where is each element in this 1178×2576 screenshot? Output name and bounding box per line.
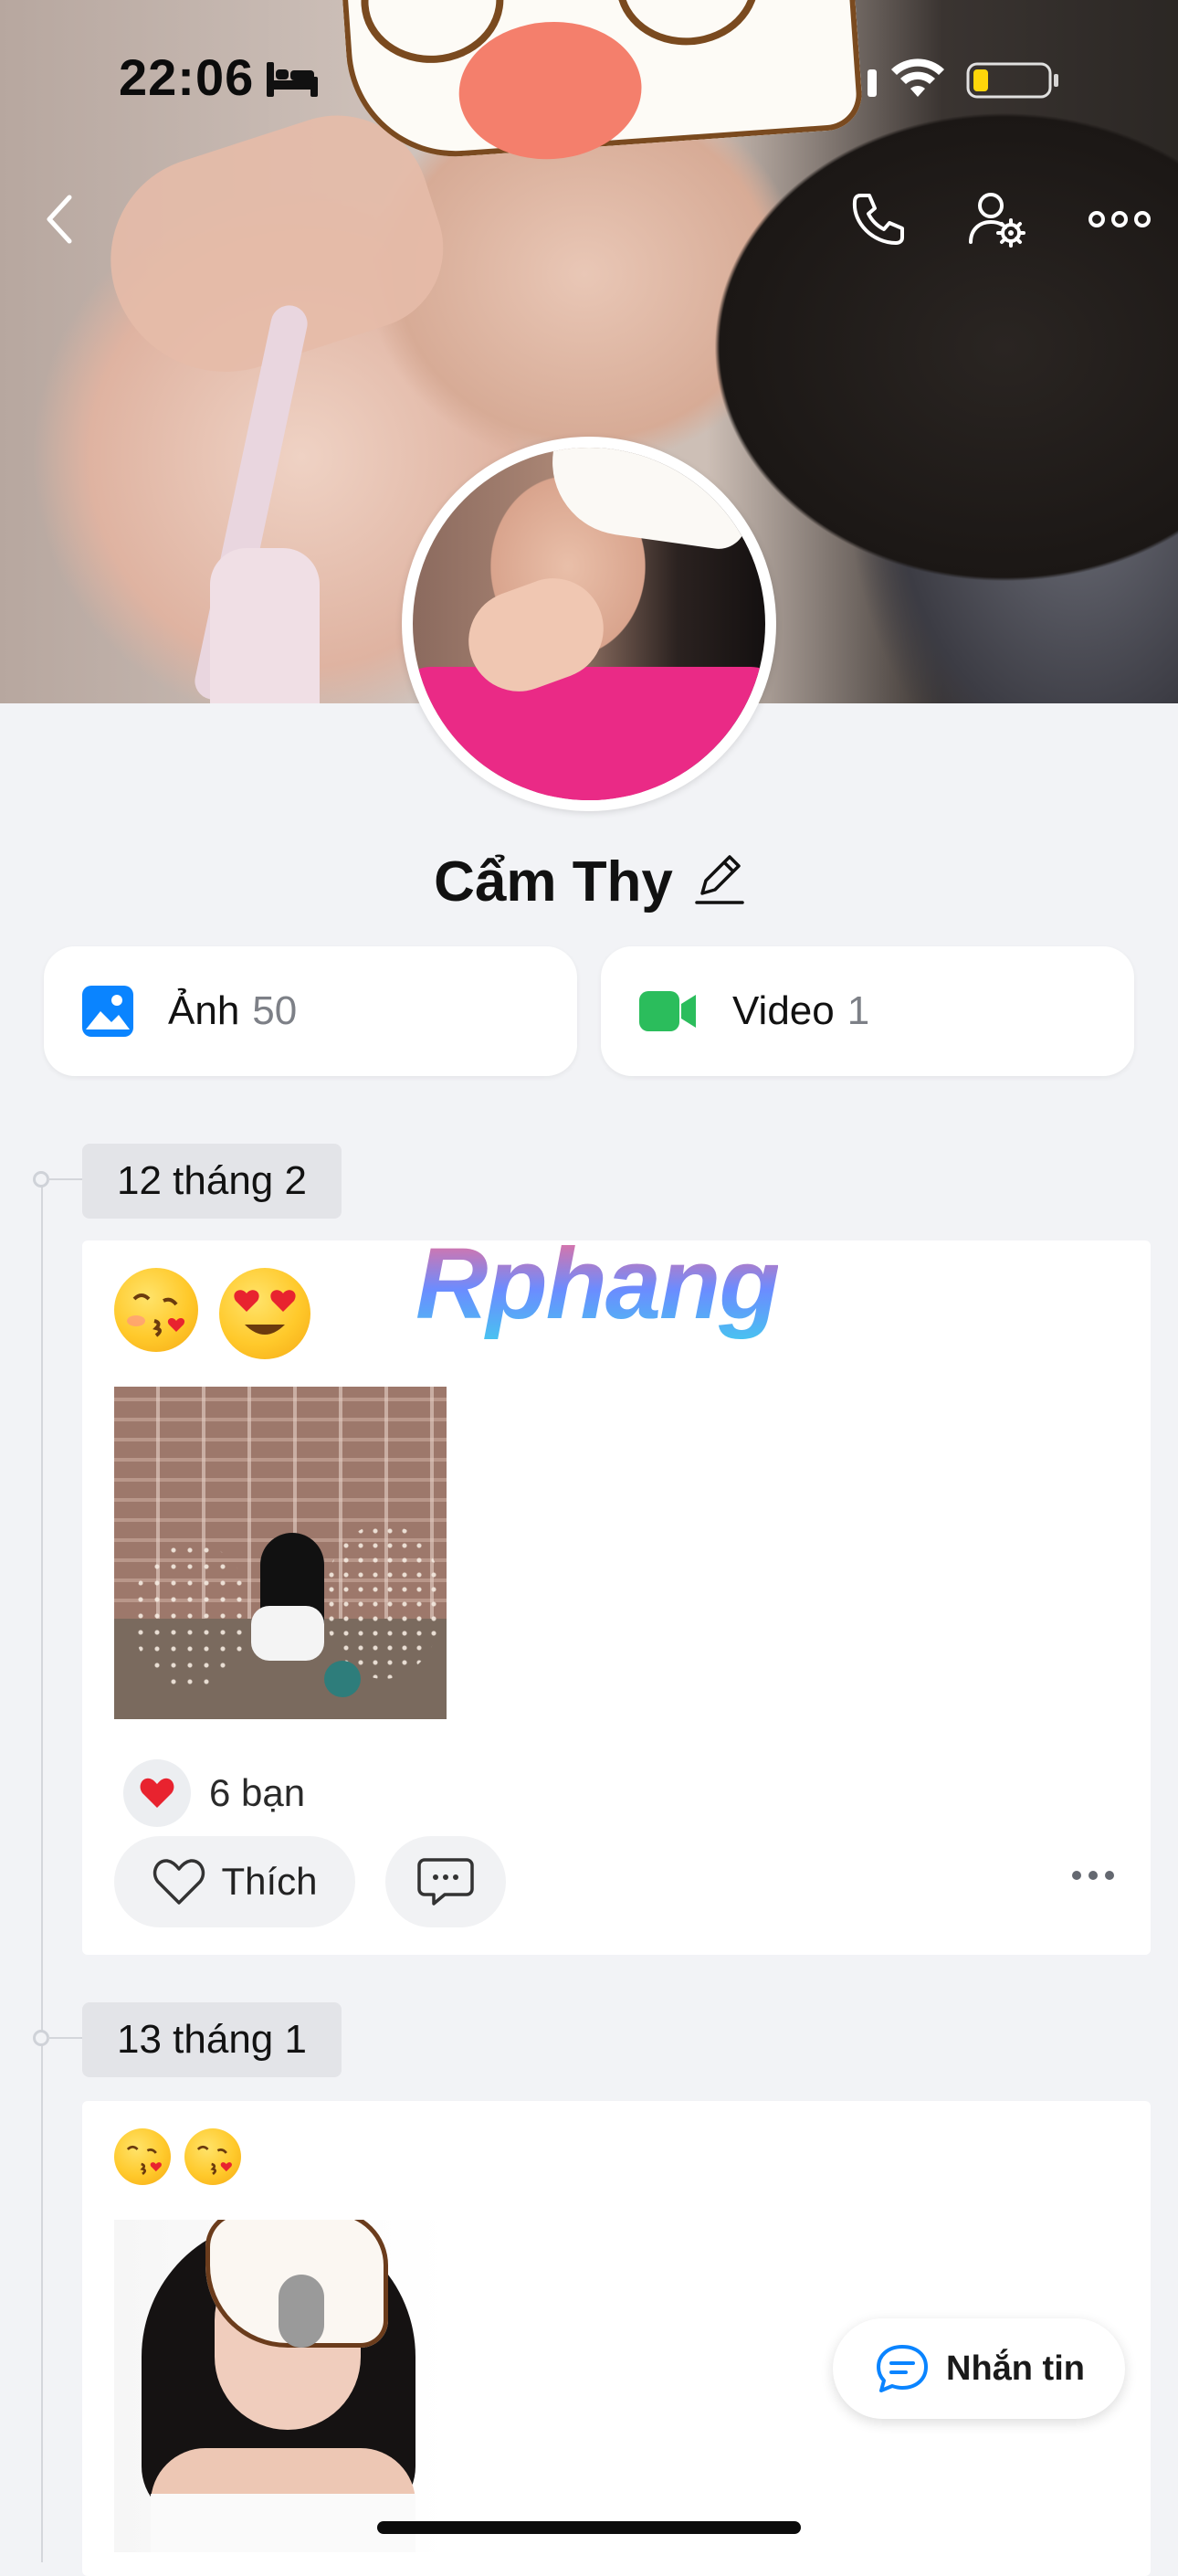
avatar-image: [413, 448, 765, 800]
message-button[interactable]: Nhắn tin: [833, 2318, 1125, 2419]
post-photo[interactable]: [114, 2220, 447, 2552]
phone-icon: [852, 194, 904, 245]
edit-name-button[interactable]: [693, 851, 744, 920]
signal-icon: [868, 69, 877, 97]
image-icon: [82, 986, 133, 1037]
reaction-count: 6 bạn: [209, 1771, 306, 1814]
chat-bubble-icon: [875, 2343, 930, 2394]
face-blowing-kiss-emoji: [114, 2128, 171, 2185]
video-icon: [639, 989, 698, 1033]
post-photo[interactable]: [114, 1387, 447, 1719]
comment-icon: [417, 1858, 474, 1906]
videos-count: 1: [847, 988, 870, 1033]
photos-label: Ảnh: [168, 988, 240, 1033]
status-indicators: [868, 57, 1178, 107]
pencil-icon: [695, 855, 744, 904]
date-chip: 13 tháng 1: [82, 2002, 342, 2077]
like-button[interactable]: Thích: [114, 1836, 355, 1927]
face-blowing-kiss-emoji: [184, 2128, 241, 2185]
videos-label: Video: [732, 988, 835, 1033]
home-indicator[interactable]: [377, 2521, 801, 2534]
post-card[interactable]: 6 bạn Thích: [82, 1240, 1151, 1955]
more-options-button[interactable]: [1083, 183, 1156, 256]
reaction-summary[interactable]: 6 bạn: [123, 1759, 305, 1827]
heart-icon: [123, 1759, 191, 1827]
photos-card[interactable]: Ảnh 50: [44, 946, 577, 1076]
comment-button[interactable]: [385, 1836, 506, 1927]
avatar[interactable]: [402, 437, 776, 811]
status-time: 22:06: [119, 48, 255, 106]
date-chip: 12 tháng 2: [82, 1144, 342, 1219]
back-button[interactable]: [22, 183, 95, 256]
cover-sticker: [341, 0, 865, 165]
face-blowing-kiss-emoji: [114, 1268, 198, 1352]
user-gear-icon: [969, 193, 1025, 248]
call-button[interactable]: [840, 183, 913, 256]
profile-settings-button[interactable]: [961, 183, 1034, 256]
heart-outline-icon: [153, 1859, 205, 1905]
watermark-logo: Rphang: [415, 1228, 780, 1340]
timeline-line: [41, 1174, 43, 2562]
cover-lace: [210, 548, 320, 703]
message-button-label: Nhắn tin: [946, 2349, 1085, 2388]
like-label: Thích: [221, 1860, 318, 1903]
profile-name: Cẩm Thy: [434, 850, 673, 913]
more-horizontal-icon: [1089, 211, 1151, 227]
chevron-left-icon: [47, 195, 72, 244]
sleep-focus-icon: [267, 62, 318, 101]
battery-icon: [966, 62, 1058, 99]
videos-card[interactable]: Video 1: [601, 946, 1134, 1076]
photos-count: 50: [252, 988, 298, 1033]
smiling-face-heart-eyes-emoji: [219, 1268, 310, 1359]
profile-name-row: Cẩm Thy: [0, 850, 1178, 920]
post-more-button[interactable]: [1072, 1871, 1114, 1880]
wifi-icon: [891, 58, 944, 97]
